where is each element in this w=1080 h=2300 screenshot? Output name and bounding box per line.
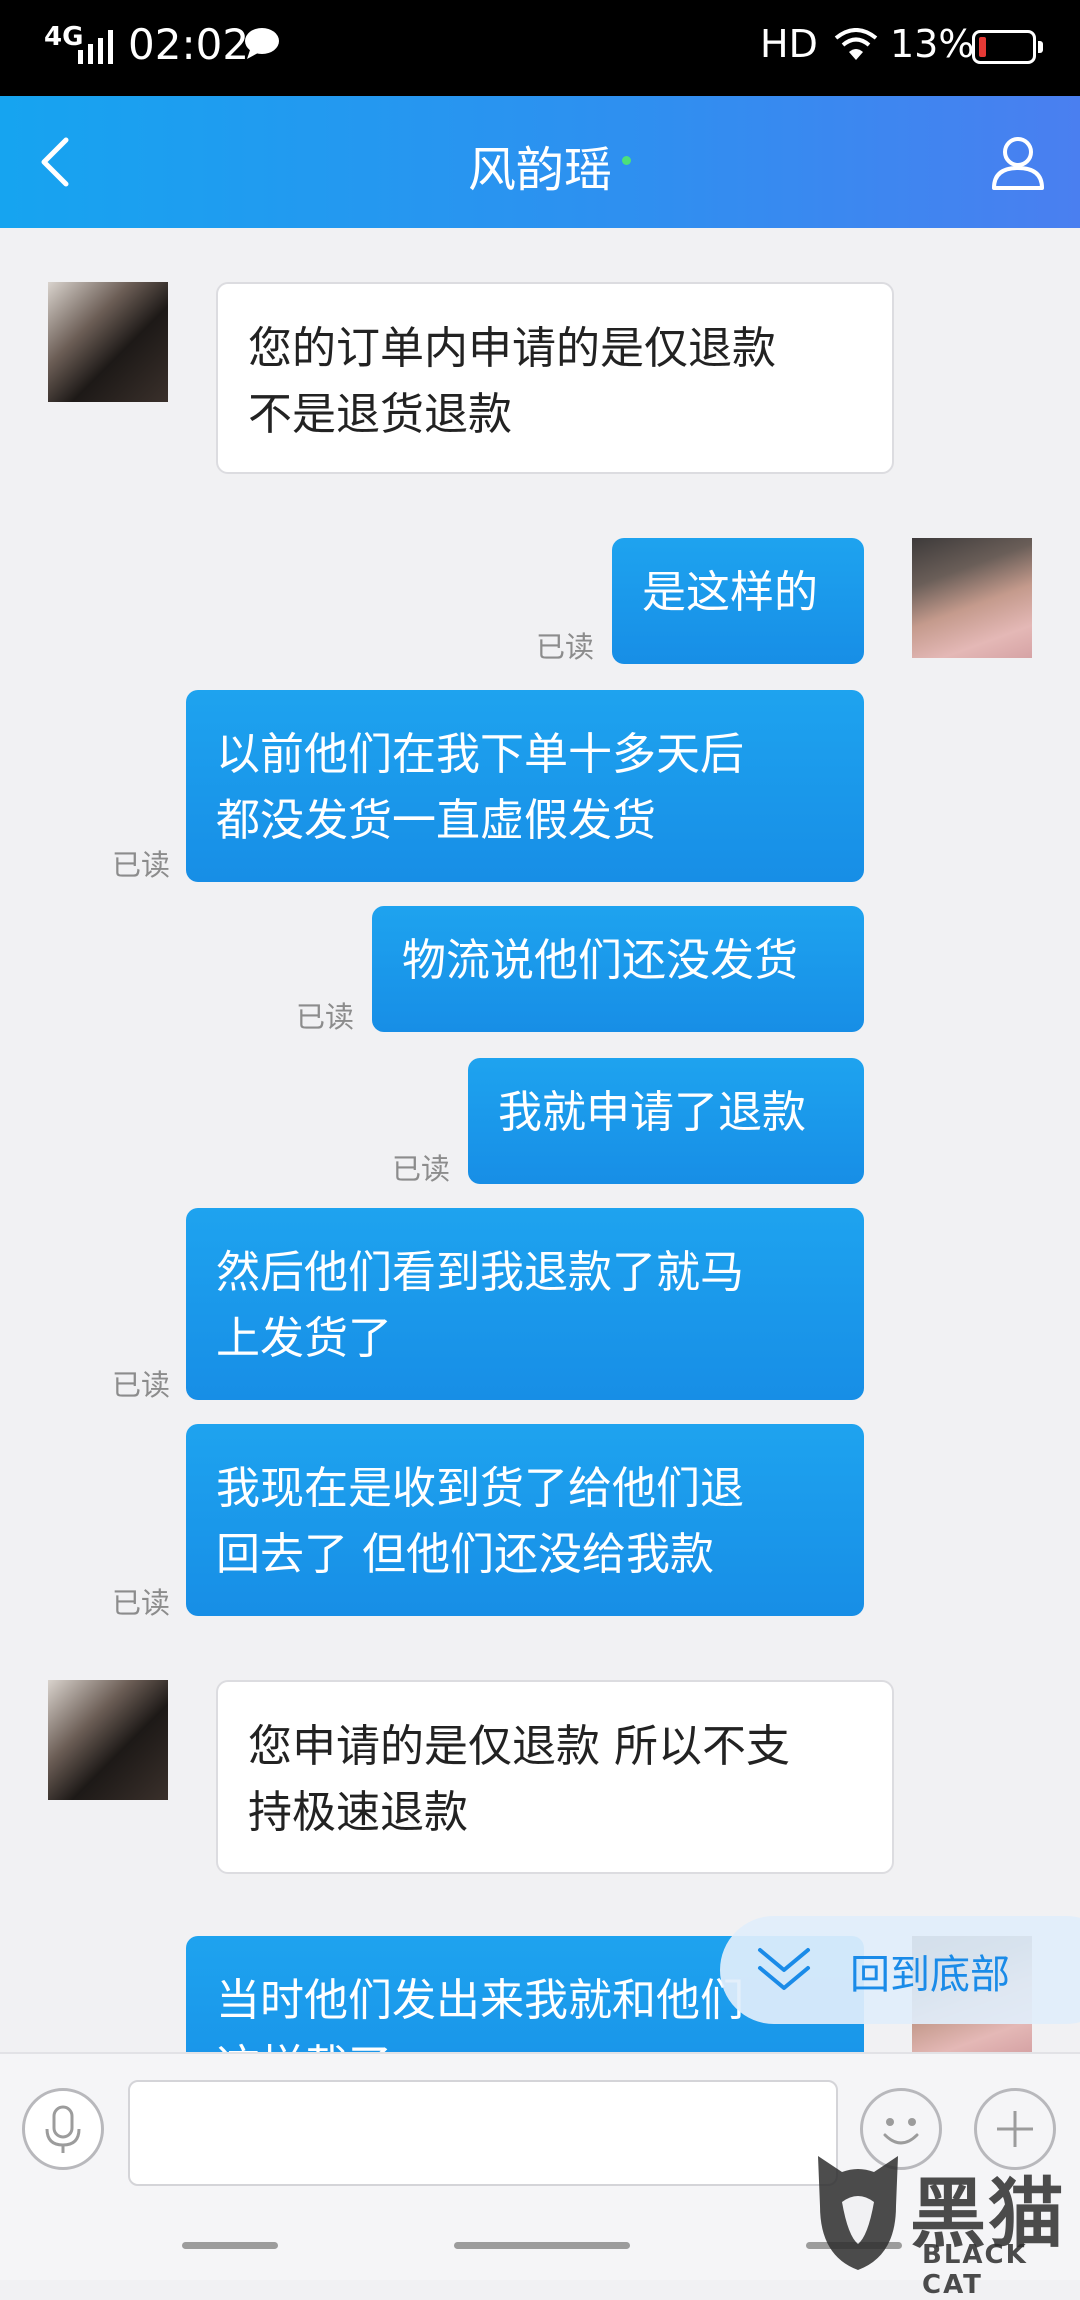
message-bubble-outgoing: 然后他们看到我退款了就马 上发货了	[186, 1208, 864, 1400]
message-text: 您的订单内申请的是仅退款	[248, 323, 776, 374]
battery-icon	[972, 30, 1043, 64]
message-text: 持极速退款	[248, 1787, 468, 1838]
online-status-dot	[622, 156, 631, 165]
message-text: 您申请的是仅退款 所以不支	[248, 1721, 790, 1772]
watermark-en: BLACK CAT	[922, 2240, 1028, 2300]
double-chevron-down-icon	[758, 1948, 810, 1990]
message-text: 以前他们在我下单十多天后	[216, 729, 744, 780]
message-bubble-outgoing: 我现在是收到货了给他们退 回去了 但他们还没给我款	[186, 1424, 864, 1616]
status-bar: 4G 02:02 HD 13%	[0, 0, 1080, 96]
avatar-seller[interactable]	[48, 282, 168, 402]
watermark-logo: 黑猫 BLACK CAT	[808, 2146, 1080, 2300]
message-bubble-incoming: 您的订单内申请的是仅退款 不是退货退款	[216, 282, 894, 474]
message-text: 上发货了	[216, 1313, 392, 1364]
read-receipt: 已读	[295, 1000, 354, 1034]
read-receipt: 已读	[111, 1586, 170, 1620]
message-bubble-outgoing: 以前他们在我下单十多天后 都没发货一直虚假发货	[186, 690, 864, 882]
read-receipt: 已读	[535, 630, 594, 664]
message-text: 不是退货退款	[248, 389, 512, 440]
chat-header: 风韵瑶	[0, 96, 1080, 228]
microphone-icon[interactable]	[22, 2088, 104, 2170]
message-text: 都没发货一直虚假发货	[216, 795, 656, 846]
message-notification-icon	[245, 28, 279, 59]
hd-indicator: HD	[760, 22, 818, 66]
contact-name: 风韵瑶	[467, 142, 612, 198]
message-text: 然后他们看到我退款了就马	[216, 1247, 744, 1298]
avatar-self[interactable]	[912, 538, 1032, 658]
battery-level	[979, 37, 986, 57]
message-text: 这样截了	[216, 2034, 834, 2052]
cat-logo-icon	[818, 2156, 898, 2270]
message-text: 是这样的	[642, 567, 818, 618]
nav-home-button[interactable]	[454, 2242, 630, 2249]
message-text: 我现在是收到货了给他们退	[216, 1463, 744, 1514]
signal-icon	[78, 30, 113, 64]
read-receipt: 已读	[391, 1152, 450, 1186]
avatar-seller[interactable]	[48, 1680, 168, 1800]
message-bubble-incoming: 您申请的是仅退款 所以不支 持极速退款	[216, 1680, 894, 1874]
message-text: 物流说他们还没发货	[402, 935, 798, 986]
nav-menu-button[interactable]	[182, 2242, 278, 2249]
message-input[interactable]	[128, 2080, 838, 2186]
message-bubble-outgoing: 是这样的	[612, 538, 864, 664]
read-receipt: 已读	[111, 1368, 170, 1402]
message-text: 我就申请了退款	[498, 1087, 806, 1138]
message-bubble-outgoing: 物流说他们还没发货	[372, 906, 864, 1032]
message-bubble-outgoing: 我就申请了退款	[468, 1058, 864, 1184]
back-to-bottom-label: 回到底部	[850, 1952, 1010, 1998]
read-receipt: 已读	[111, 848, 170, 882]
person-icon[interactable]	[990, 134, 1046, 190]
clock: 02:02	[128, 20, 250, 69]
battery-percent: 13%	[890, 22, 975, 66]
wifi-icon	[834, 28, 878, 60]
back-to-bottom-button[interactable]: 回到底部	[720, 1916, 1080, 2024]
message-text: 回去了 但他们还没给我款	[216, 1529, 714, 1580]
